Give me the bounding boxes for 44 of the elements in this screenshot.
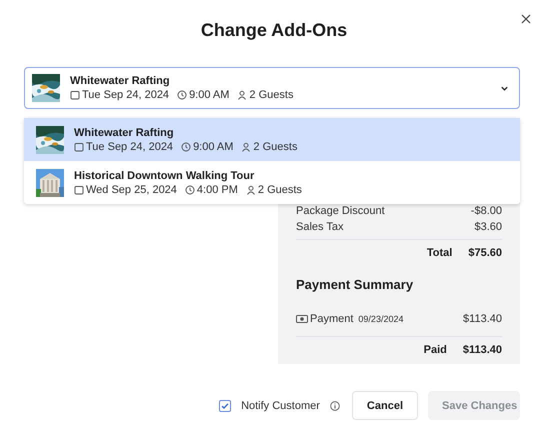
line-amount: $3.60 xyxy=(474,220,502,235)
activity-name: Whitewater Rafting xyxy=(74,126,175,138)
paid-amount: $113.40 xyxy=(462,343,502,358)
activity-name: Historical Downtown Walking Tour xyxy=(74,170,256,182)
total-label: Total xyxy=(426,246,452,261)
clock-icon xyxy=(181,142,192,152)
clock-icon xyxy=(184,184,195,194)
dialog-title: Change Add-Ons xyxy=(200,19,348,42)
total-amount: $75.60 xyxy=(468,246,502,261)
guests-text: 2 Guests xyxy=(249,89,294,101)
notify-label: Notify Customer xyxy=(241,400,320,412)
chevron-down-icon xyxy=(500,84,509,92)
cash-icon xyxy=(296,315,308,323)
time-text: 4:00 PM xyxy=(196,184,238,196)
date-text: Tue Sep 24, 2024 xyxy=(82,89,170,101)
calendar-icon xyxy=(74,184,84,194)
calendar-icon xyxy=(70,90,80,100)
guests-text: 2 Guests xyxy=(258,184,302,196)
payment-amount: $113.40 xyxy=(463,312,502,327)
activity-name: Whitewater Rafting xyxy=(70,75,171,87)
section-heading: Payment Summary xyxy=(296,277,414,292)
person-icon xyxy=(237,90,248,100)
date-text: Tue Sep 24, 2024 xyxy=(86,140,174,152)
activity-select[interactable]: Whitewater Rafting Tue Sep 24, 2024 9:00 AM 2 Guests xyxy=(24,67,520,109)
cancel-button[interactable]: Cancel xyxy=(352,391,418,420)
info-icon xyxy=(330,400,340,410)
notify-checkbox[interactable] xyxy=(219,400,232,412)
line-label: Package Discount xyxy=(296,204,385,219)
payment-date: 09/23/2024 xyxy=(358,313,404,326)
paid-label: Paid xyxy=(424,343,447,358)
date-text: Wed Sep 25, 2024 xyxy=(86,184,177,196)
line-label: Sales Tax xyxy=(296,220,344,235)
dropdown-option[interactable]: Historical Downtown Walking Tour Wed Sep 25, 2024 4:00 PM 2 Guests xyxy=(24,161,520,204)
line-amount: -$8.00 xyxy=(470,204,502,219)
dropdown-option[interactable]: Whitewater Rafting Tue Sep 24, 2024 9:00 AM 2 Guests xyxy=(24,118,520,161)
guests-text: 2 Guests xyxy=(253,140,298,152)
time-text: 9:00 AM xyxy=(189,89,230,101)
person-icon xyxy=(241,142,252,152)
clock-icon xyxy=(177,90,188,100)
calendar-icon xyxy=(74,142,84,152)
person-icon xyxy=(246,184,256,194)
payment-label: Payment xyxy=(310,312,354,327)
time-text: 9:00 AM xyxy=(193,140,234,152)
close-icon[interactable] xyxy=(520,13,532,25)
